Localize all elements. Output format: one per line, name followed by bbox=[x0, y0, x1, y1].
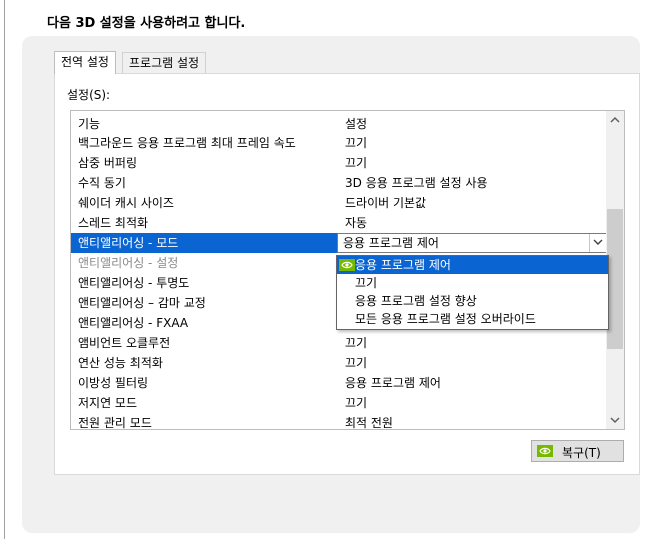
table-row[interactable]: 전원 관리 모드 최적 전원 bbox=[71, 413, 606, 430]
row-setting: 끄기 bbox=[345, 396, 368, 410]
header-setting[interactable]: 설정 bbox=[345, 115, 367, 132]
dropdown-option-label: 응용 프로그램 제어 bbox=[355, 258, 451, 272]
row-feature: 앤티앨리어싱 - 모드 bbox=[78, 236, 179, 250]
row-feature: 앤티앨리어싱 - FXAA bbox=[78, 316, 189, 330]
row-feature: 삼중 버퍼링 bbox=[78, 156, 138, 170]
row-feature: 수직 동기 bbox=[78, 176, 126, 190]
window-edge bbox=[4, 0, 5, 539]
row-setting: 최적 전원 bbox=[345, 416, 393, 430]
row-setting: 자동 bbox=[345, 216, 368, 230]
row-feature: 전원 관리 모드 bbox=[78, 416, 152, 430]
restore-button-label: 복구(T) bbox=[562, 446, 601, 460]
table-row[interactable]: 연산 성능 최적화 끄기 bbox=[71, 353, 606, 373]
row-setting: 응용 프로그램 제어 bbox=[345, 376, 441, 390]
dropdown-option[interactable]: 끄기 bbox=[337, 274, 608, 292]
table-row[interactable]: 삼중 버퍼링 끄기 bbox=[71, 153, 606, 173]
dropdown-option[interactable]: 응용 프로그램 설정 향상 bbox=[337, 292, 608, 310]
chevron-down-icon[interactable] bbox=[589, 234, 607, 252]
scroll-down-icon[interactable] bbox=[606, 412, 624, 429]
scroll-thumb[interactable] bbox=[607, 209, 623, 349]
nvidia-icon bbox=[339, 259, 355, 271]
row-feature: 스레드 최적화 bbox=[78, 216, 149, 230]
table-row[interactable]: 이방성 필터링 응용 프로그램 제어 bbox=[71, 373, 606, 393]
row-setting: 끄기 bbox=[345, 156, 368, 170]
row-setting: 끄기 bbox=[345, 356, 368, 370]
tab-program-settings[interactable]: 프로그램 설정 bbox=[122, 52, 207, 73]
restore-button[interactable]: 복구(T) bbox=[531, 440, 624, 462]
row-setting: 3D 응용 프로그램 설정 사용 bbox=[345, 176, 488, 190]
row-feature: 앤티앨리어싱 – 감마 교정 bbox=[78, 296, 206, 310]
row-feature: 앤티앨리어싱 - 투명도 bbox=[78, 276, 190, 290]
row-feature: 백그라운드 응용 프로그램 최대 프레임 속도 bbox=[78, 136, 296, 150]
scroll-up-icon[interactable] bbox=[606, 111, 624, 128]
dropdown-option-label: 끄기 bbox=[355, 276, 378, 290]
dropdown-option[interactable]: 응용 프로그램 제어 bbox=[337, 256, 608, 274]
page-heading: 다음 3D 설정을 사용하려고 합니다. bbox=[47, 16, 246, 31]
row-setting: 끄기 bbox=[345, 136, 368, 150]
nvidia-icon bbox=[537, 445, 553, 457]
setting-dropdown-list[interactable]: 응용 프로그램 제어 끄기 응용 프로그램 설정 향상 모든 응용 프로그램 설… bbox=[336, 255, 609, 330]
row-feature: 쉐이더 캐시 사이즈 bbox=[78, 196, 174, 210]
dropdown-option-label: 모든 응용 프로그램 설정 오버라이드 bbox=[355, 312, 536, 326]
row-feature: 앰비언트 오클루전 bbox=[78, 336, 171, 350]
list-header: 기능 설정 bbox=[71, 111, 606, 133]
row-feature: 저지연 모드 bbox=[78, 396, 138, 410]
table-row[interactable]: 스레드 최적화 자동 bbox=[71, 213, 606, 233]
table-row[interactable]: 앰비언트 오클루전 끄기 bbox=[71, 333, 606, 353]
settings-label: 설정(S): bbox=[67, 88, 111, 102]
header-feature[interactable]: 기능 bbox=[78, 115, 100, 132]
row-feature: 이방성 필터링 bbox=[78, 376, 149, 390]
combobox-value: 응용 프로그램 제어 bbox=[343, 236, 439, 250]
table-row[interactable]: 앤티앨리어싱 - 모드 응용 프로그램 제어 bbox=[71, 233, 608, 253]
row-feature: 연산 성능 최적화 bbox=[78, 356, 163, 370]
table-row[interactable]: 저지연 모드 끄기 bbox=[71, 393, 606, 413]
table-row[interactable]: 백그라운드 응용 프로그램 최대 프레임 속도 끄기 bbox=[71, 133, 606, 153]
dropdown-option[interactable]: 모든 응용 프로그램 설정 오버라이드 bbox=[337, 310, 608, 328]
row-setting: 드라이버 기본값 bbox=[345, 196, 427, 210]
tab-global-settings[interactable]: 전역 설정 bbox=[54, 51, 116, 74]
dropdown-option-label: 응용 프로그램 설정 향상 bbox=[355, 294, 477, 308]
table-row[interactable]: 수직 동기 3D 응용 프로그램 설정 사용 bbox=[71, 173, 606, 193]
row-setting: 끄기 bbox=[345, 336, 368, 350]
table-row[interactable]: 쉐이더 캐시 사이즈 드라이버 기본값 bbox=[71, 193, 606, 213]
row-feature: 앤티앨리어싱 - 설정 bbox=[78, 256, 179, 270]
setting-combobox[interactable]: 응용 프로그램 제어 bbox=[337, 233, 608, 253]
